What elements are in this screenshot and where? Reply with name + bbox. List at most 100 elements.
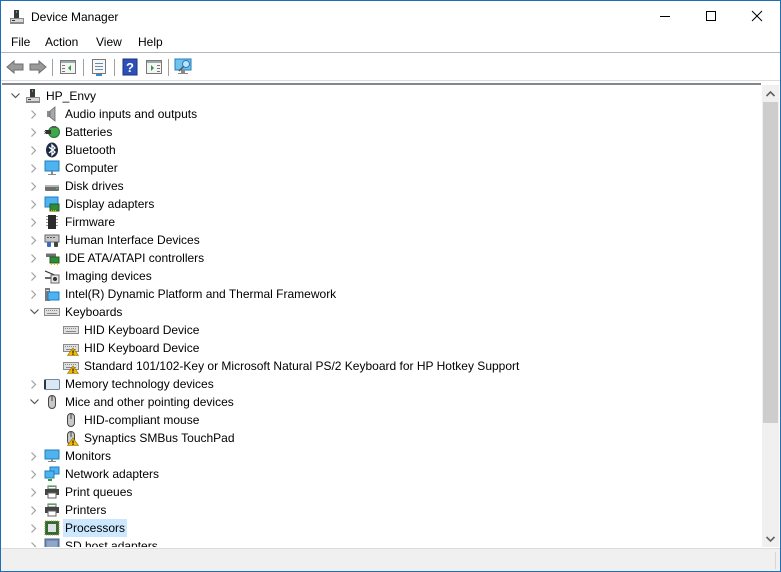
chevron-down-icon[interactable]	[28, 393, 40, 411]
menu-action[interactable]: Action	[45, 35, 78, 50]
chevron-down-icon	[766, 535, 775, 542]
tree-root-hp-envy[interactable]: HP_Envy	[9, 87, 98, 105]
tree-item[interactable]: Bluetooth	[28, 141, 118, 159]
mouse-icon	[48, 395, 56, 409]
tree-item-label: Intel(R) Dynamic Platform and Thermal Fr…	[65, 287, 337, 301]
chevron-right-icon[interactable]	[28, 177, 40, 195]
keyboard-icon	[63, 362, 79, 374]
tree-item[interactable]: Human Interface Devices	[28, 231, 202, 249]
chevron-right-icon[interactable]	[28, 213, 40, 231]
maximize-button[interactable]	[688, 1, 734, 31]
tree-item-label: Human Interface Devices	[65, 233, 200, 247]
vertical-scrollbar[interactable]	[762, 85, 779, 547]
tree-item[interactable]: Network adapters	[28, 465, 161, 483]
chevron-right-icon[interactable]	[28, 231, 40, 249]
back-button[interactable]	[5, 57, 25, 77]
tree-item[interactable]: Intel(R) Dynamic Platform and Thermal Fr…	[28, 285, 338, 303]
tree-item[interactable]: SD host adapters	[28, 537, 160, 547]
keyboard-icon	[63, 344, 79, 356]
tree-item[interactable]: HID Keyboard Device	[47, 321, 201, 339]
sd-host-icon	[44, 538, 60, 547]
show-hide-console-tree-button[interactable]	[58, 57, 78, 77]
device-manager-icon	[10, 10, 24, 24]
toolbar-separator	[52, 59, 53, 76]
chevron-right-icon[interactable]	[28, 447, 40, 465]
tree-item-label: Imaging devices	[65, 269, 152, 283]
hid-icon	[44, 234, 60, 247]
chevron-down-icon[interactable]	[9, 87, 21, 105]
scrollbar-thumb[interactable]	[763, 102, 778, 423]
tree-item[interactable]: Monitors	[28, 447, 113, 465]
tree-item[interactable]: Printers	[28, 501, 108, 519]
keyboard-icon	[44, 308, 60, 316]
tree-item-label: IDE ATA/ATAPI controllers	[65, 251, 205, 265]
tree-item[interactable]: Synaptics SMBus TouchPad	[47, 429, 237, 447]
tree-item[interactable]: Audio inputs and outputs	[28, 105, 199, 123]
chevron-right-icon[interactable]	[28, 105, 40, 123]
chevron-right-icon[interactable]	[28, 123, 40, 141]
chevron-right-icon[interactable]	[28, 519, 40, 537]
tree-item[interactable]: Firmware	[28, 213, 117, 231]
chevron-right-icon[interactable]	[28, 195, 40, 213]
tree-item[interactable]: Print queues	[28, 483, 134, 501]
title-bar[interactable]: Device Manager	[1, 1, 780, 32]
forward-button[interactable]	[28, 57, 48, 77]
tree-item[interactable]: Imaging devices	[28, 267, 154, 285]
tree-item[interactable]: Display adapters	[28, 195, 156, 213]
tree-item[interactable]: IDE ATA/ATAPI controllers	[28, 249, 206, 267]
device-tree[interactable]: HP_Envy Audio inputs and outputs Batterie…	[2, 83, 761, 547]
menu-view[interactable]: View	[96, 35, 122, 50]
chevron-right-icon[interactable]	[28, 501, 40, 519]
chevron-right-icon[interactable]	[28, 249, 40, 267]
disk-drive-icon	[45, 185, 59, 191]
tree-item[interactable]: Processors	[28, 519, 128, 537]
menu-file[interactable]: File	[11, 35, 30, 50]
chevron-right-icon[interactable]	[28, 267, 40, 285]
close-icon	[751, 10, 763, 22]
tree-item-label: Printers	[65, 503, 107, 517]
tree-item-label: Print queues	[65, 485, 133, 499]
chevron-right-icon[interactable]	[28, 465, 40, 483]
chevron-right-icon[interactable]	[28, 159, 40, 177]
close-button[interactable]	[734, 1, 780, 31]
tree-item[interactable]: Keyboards	[28, 303, 124, 321]
minimize-button[interactable]	[642, 1, 688, 31]
properties-button[interactable]	[89, 57, 109, 77]
action-pane-icon	[146, 60, 162, 74]
tree-item-label: HID Keyboard Device	[84, 323, 200, 337]
tree-item[interactable]: HID Keyboard Device	[47, 339, 201, 357]
battery-icon	[44, 126, 60, 138]
tree-item[interactable]: Mice and other pointing devices	[28, 393, 236, 411]
speaker-icon	[47, 106, 56, 122]
scroll-down-button[interactable]	[762, 530, 779, 547]
chevron-down-icon[interactable]	[28, 303, 40, 321]
chevron-right-icon[interactable]	[28, 375, 40, 393]
mouse-icon	[66, 431, 79, 446]
maximize-icon	[706, 11, 716, 21]
tree-item[interactable]: Memory technology devices	[28, 375, 216, 393]
console-tree-icon	[60, 60, 76, 74]
tree-item[interactable]: HID-compliant mouse	[47, 411, 201, 429]
chevron-right-icon[interactable]	[28, 285, 40, 303]
tree-item-label: Keyboards	[65, 305, 123, 319]
tree-item-label: Memory technology devices	[65, 377, 214, 391]
chevron-right-icon[interactable]	[28, 141, 40, 159]
keyboard-icon	[63, 326, 79, 334]
chevron-right-icon[interactable]	[28, 483, 40, 501]
show-action-pane-button[interactable]	[144, 57, 164, 77]
scroll-up-button[interactable]	[762, 85, 779, 102]
tree-item[interactable]: Batteries	[28, 123, 114, 141]
chevron-right-icon[interactable]	[28, 537, 40, 547]
tree-item[interactable]: Computer	[28, 159, 120, 177]
tree-item[interactable]: Standard 101/102-Key or Microsoft Natura…	[47, 357, 521, 375]
tree-root-label: HP_Envy	[46, 89, 97, 103]
tree-item[interactable]: Disk drives	[28, 177, 126, 195]
tree-item-label: Bluetooth	[65, 143, 116, 157]
help-button[interactable]: ?	[120, 57, 140, 77]
tree-item-label: Display adapters	[65, 197, 155, 211]
menu-help[interactable]: Help	[138, 35, 163, 50]
scan-hardware-button[interactable]	[174, 57, 194, 77]
tree-item-label: Processors	[63, 519, 128, 537]
